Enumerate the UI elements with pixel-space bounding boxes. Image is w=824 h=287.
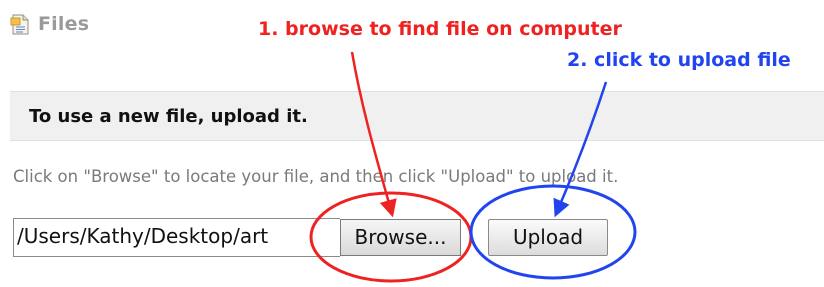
banner-text: To use a new file, upload it. — [29, 105, 308, 127]
files-icon — [10, 14, 29, 35]
file-path-field[interactable]: /Users/Kathy/Desktop/art — [13, 218, 340, 257]
annotation-step-2: 2. click to upload file — [567, 49, 791, 71]
annotation-step-1: 1. browse to find file on computer — [258, 18, 622, 40]
upload-banner: To use a new file, upload it. — [10, 91, 824, 141]
page-title: Files — [38, 13, 90, 35]
files-header: Files — [10, 12, 89, 36]
browse-button[interactable]: Browse... — [340, 219, 461, 256]
upload-button[interactable]: Upload — [488, 219, 608, 256]
instruction-text: Click on "Browse" to locate your file, a… — [13, 167, 619, 186]
